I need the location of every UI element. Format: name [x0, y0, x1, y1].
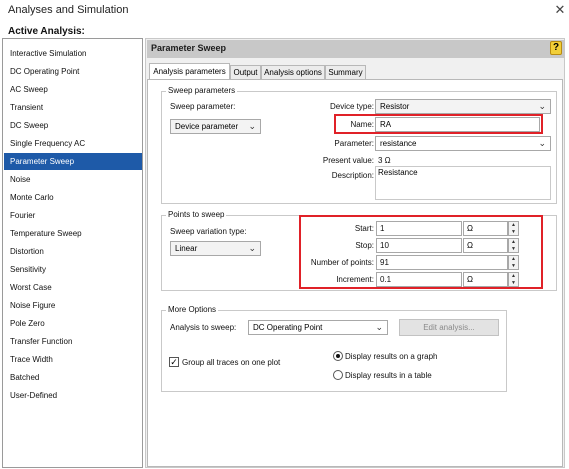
edit-analysis-button[interactable]: Edit analysis... [399, 319, 499, 336]
analysis-list-item[interactable]: Transient [4, 99, 142, 116]
tab-analysis-options[interactable]: Analysis options [261, 65, 325, 80]
more-options-group-label: More Options [166, 305, 219, 314]
active-analysis-label: Active Analysis: [8, 26, 85, 37]
chevron-down-icon: ⌄ [248, 121, 256, 131]
panel-title: Parameter Sweep [151, 43, 227, 53]
name-dropdown[interactable]: RA [375, 117, 540, 132]
analysis-list-item[interactable]: Worst Case [4, 279, 142, 296]
analysis-to-sweep-dropdown[interactable]: DC Operating Point ⌄ [248, 320, 388, 335]
stop-label: Stop: [355, 241, 374, 250]
device-type-dropdown[interactable]: Resistor ⌄ [375, 99, 551, 114]
sweep-parameter-value: Device parameter [175, 122, 239, 131]
analysis-list-item[interactable]: Sensitivity [4, 261, 142, 278]
device-type-label: Device type: [329, 102, 374, 111]
stop-input[interactable]: 10 [376, 238, 462, 253]
chevron-down-icon: ⌄ [375, 322, 383, 332]
display-table-label: Display results in a table [345, 371, 432, 380]
points-to-sweep-group-label: Points to sweep [166, 210, 227, 219]
present-value-label: Present value: [322, 156, 374, 165]
present-value: 3 Ω [378, 156, 391, 165]
stop-spinner[interactable]: ▲ ▼ [508, 238, 519, 253]
increment-spinner[interactable]: ▲ ▼ [508, 272, 519, 287]
device-type-value: Resistor [380, 102, 410, 111]
name-label: Name: [350, 120, 374, 129]
tab-summary[interactable]: Summary [325, 65, 366, 80]
start-label: Start: [354, 224, 374, 233]
chevron-down-icon: ⌄ [538, 101, 546, 111]
analysis-list-item[interactable]: DC Sweep [4, 117, 142, 134]
analysis-list-item[interactable]: Monte Carlo [4, 189, 142, 206]
number-of-points-input[interactable]: 91 [376, 255, 508, 270]
analysis-list-item[interactable]: Noise [4, 171, 142, 188]
sweep-parameter-label: Sweep parameter: [170, 102, 236, 111]
analysis-list-item[interactable]: Transfer Function [4, 333, 142, 350]
display-table-radio[interactable] [333, 370, 343, 380]
description-box: Resistance [375, 166, 551, 200]
chevron-down-icon: ⌄ [538, 138, 546, 148]
start-spinner[interactable]: ▲ ▼ [508, 221, 519, 236]
tab-output[interactable]: Output [230, 65, 261, 80]
window-title: Analyses and Simulation [8, 4, 129, 16]
group-traces-checkbox[interactable]: ✓ [169, 357, 179, 367]
analysis-list-item[interactable]: Pole Zero [4, 315, 142, 332]
analysis-list-item[interactable]: AC Sweep [4, 81, 142, 98]
sweep-variation-type-dropdown[interactable]: Linear ⌄ [170, 241, 261, 256]
stop-unit-field[interactable]: Ω [463, 238, 508, 253]
analysis-list-item[interactable]: Parameter Sweep [4, 153, 142, 170]
parameter-value: resistance [380, 139, 417, 148]
number-of-points-label: Number of points: [310, 258, 374, 267]
name-value: RA [380, 120, 392, 129]
analysis-list-item[interactable]: Fourier [4, 207, 142, 224]
spin-down-icon[interactable]: ▼ [509, 246, 518, 253]
sweep-variation-type-value: Linear [175, 244, 198, 253]
spin-down-icon[interactable]: ▼ [509, 280, 518, 287]
chevron-down-icon: ⌄ [248, 243, 256, 253]
parameter-label: Parameter: [334, 139, 374, 148]
analysis-list[interactable]: Interactive Simulation DC Operating Point… [2, 38, 143, 468]
parameter-dropdown[interactable]: resistance ⌄ [375, 136, 551, 151]
help-icon[interactable]: ? [550, 41, 562, 55]
tab-analysis-parameters[interactable]: Analysis parameters [149, 63, 230, 80]
description-label: Description: [331, 171, 374, 180]
analysis-list-item[interactable]: Batched [4, 369, 142, 386]
increment-label: Increment: [336, 275, 374, 284]
start-unit-field[interactable]: Ω [463, 221, 508, 236]
group-traces-label: Group all traces on one plot [182, 358, 281, 367]
analysis-to-sweep-value: DC Operating Point [253, 323, 323, 332]
analysis-list-item[interactable]: Distortion [4, 243, 142, 260]
sweep-variation-type-label: Sweep variation type: [170, 227, 247, 236]
spin-down-icon[interactable]: ▼ [509, 263, 518, 270]
increment-input[interactable]: 0.1 [376, 272, 462, 287]
sweep-parameter-dropdown[interactable]: Device parameter ⌄ [170, 119, 261, 134]
display-graph-radio[interactable] [333, 351, 343, 361]
analysis-list-item[interactable]: Noise Figure [4, 297, 142, 314]
increment-unit-field[interactable]: Ω [463, 272, 508, 287]
analysis-list-item[interactable]: Single Frequency AC [4, 135, 142, 152]
analysis-list-item[interactable]: Interactive Simulation [4, 45, 142, 62]
analysis-list-item[interactable]: Trace Width [4, 351, 142, 368]
display-graph-label: Display results on a graph [345, 352, 438, 361]
start-input[interactable]: 1 [376, 221, 462, 236]
analysis-list-item[interactable]: Temperature Sweep [4, 225, 142, 242]
spin-down-icon[interactable]: ▼ [509, 229, 518, 236]
close-icon[interactable]: ✕ [553, 2, 567, 18]
sweep-parameters-group-label: Sweep parameters [166, 86, 238, 95]
number-of-points-spinner[interactable]: ▲ ▼ [508, 255, 519, 270]
description-value: Resistance [378, 168, 418, 177]
analysis-to-sweep-label: Analysis to sweep: [170, 323, 237, 332]
analysis-list-item[interactable]: DC Operating Point [4, 63, 142, 80]
analysis-list-item[interactable]: User-Defined [4, 387, 142, 404]
